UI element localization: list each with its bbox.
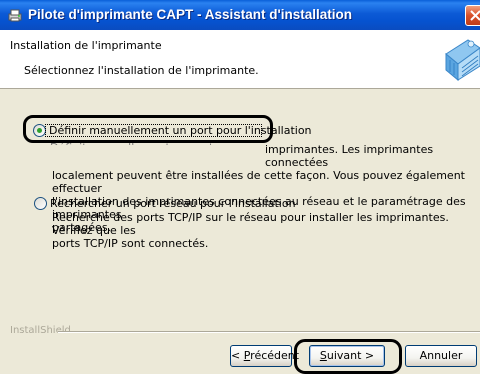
printer-setup-icon	[8, 8, 23, 23]
network-desc-line: ports TCP/IP sont connectés.	[52, 237, 209, 250]
footer-separator	[58, 331, 480, 333]
header-subtitle: Sélectionnez l'installation de l'imprima…	[24, 64, 259, 77]
back-rest: récédent	[250, 349, 300, 362]
callout-ring-option	[23, 115, 273, 143]
header-title: Installation de l'imprimante	[10, 39, 162, 52]
manual-desc-line: localement peuvent être installées de ce…	[52, 169, 465, 195]
close-button[interactable]	[465, 5, 480, 26]
network-port-radio[interactable]	[34, 197, 47, 210]
cancel-button[interactable]: Annuler	[405, 345, 477, 367]
callout-ring-next	[294, 339, 402, 374]
title-bar[interactable]: Pilote d'imprimante CAPT - Assistant d'i…	[0, 0, 480, 30]
printer-network-graphic	[445, 39, 480, 82]
installer-window: Pilote d'imprimante CAPT - Assistant d'i…	[0, 0, 480, 374]
wizard-header: Installation de l'imprimante Sélectionne…	[0, 30, 480, 89]
network-port-description: Recherche des ports TCP/IP sur le réseau…	[52, 211, 472, 250]
back-button[interactable]: < Précédent	[230, 345, 299, 367]
window-title: Pilote d'imprimante CAPT - Assistant d'i…	[28, 7, 352, 22]
network-port-label[interactable]: Rechercher un port réseau pour l'install…	[50, 197, 296, 210]
manual-desc-line: imprimantes. Les imprimantes connectées	[265, 143, 434, 169]
close-x-icon	[470, 10, 480, 21]
network-desc-line: Recherche des ports TCP/IP sur le réseau…	[52, 211, 449, 237]
